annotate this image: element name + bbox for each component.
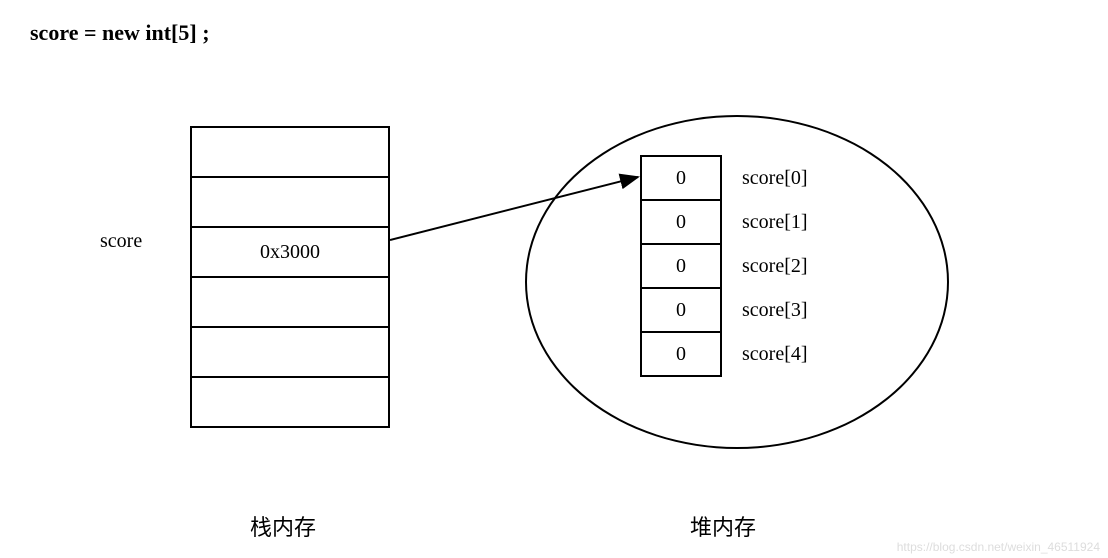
heap-value: 0	[641, 288, 721, 332]
stack-cell	[191, 277, 389, 327]
stack-cell	[191, 377, 389, 427]
pointer-arrow	[390, 165, 650, 245]
heap-value: 0	[641, 200, 721, 244]
stack-memory-table: 0x3000	[190, 126, 390, 428]
heap-index-label: score[2]	[721, 244, 810, 288]
heap-memory-table: 0 score[0] 0 score[1] 0 score[2] 0 score…	[640, 155, 811, 377]
stack-cell-address: 0x3000	[191, 227, 389, 277]
stack-cell	[191, 127, 389, 177]
heap-row: 0 score[3]	[641, 288, 810, 332]
stack-cell	[191, 327, 389, 377]
heap-index-label: score[1]	[721, 200, 810, 244]
heap-index-label: score[0]	[721, 156, 810, 200]
heap-row: 0 score[0]	[641, 156, 810, 200]
heap-value: 0	[641, 156, 721, 200]
stack-cell	[191, 177, 389, 227]
heap-index-label: score[3]	[721, 288, 810, 332]
heap-row: 0 score[2]	[641, 244, 810, 288]
heap-value: 0	[641, 332, 721, 376]
code-declaration: score = new int[5] ;	[30, 20, 210, 46]
stack-title: 栈内存	[250, 510, 316, 542]
heap-row: 0 score[4]	[641, 332, 810, 376]
stack-variable-label: score	[100, 230, 142, 253]
heap-row: 0 score[1]	[641, 200, 810, 244]
heap-value: 0	[641, 244, 721, 288]
heap-title: 堆内存	[690, 510, 756, 542]
watermark: https://blog.csdn.net/weixin_46511924	[897, 540, 1100, 554]
heap-index-label: score[4]	[721, 332, 810, 376]
